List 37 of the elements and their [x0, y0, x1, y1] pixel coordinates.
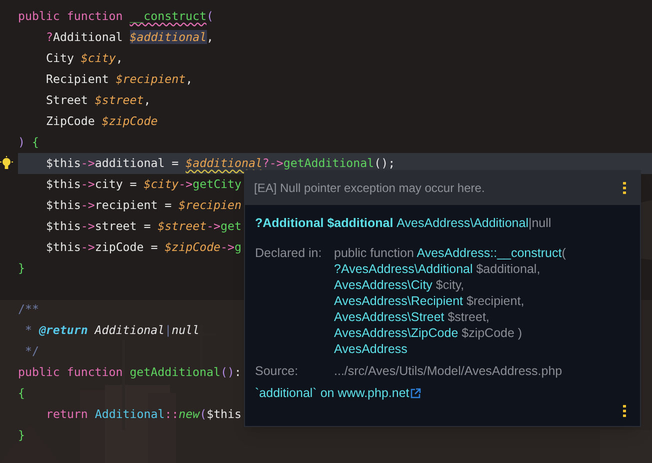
declaration-line: AvesAddress\Street $street,	[334, 309, 490, 325]
code-line: }	[18, 427, 25, 444]
documentation-link[interactable]: `additional` on www.php.net	[255, 385, 410, 401]
declaration-line: AvesAddress\ZipCode $zipCode )	[334, 325, 524, 341]
code-line: ZipCode $zipCode	[46, 113, 158, 130]
code-line: ) {	[18, 134, 39, 151]
code-line: {	[18, 385, 25, 402]
source-label: Source:	[255, 363, 300, 379]
lightbulb-icon[interactable]	[0, 156, 13, 171]
declaration-line: AvesAddress	[334, 341, 408, 357]
source-path: .../src/Aves/Utils/Model/AvesAddress.php	[334, 363, 562, 379]
declaration-line: AvesAddress\Recipient $recipient,	[334, 293, 526, 309]
code-line: $this->additional = $additional?->getAdditional();	[46, 155, 396, 172]
code-line: ?Additional $additional,	[46, 29, 214, 46]
code-line: public function __construct(	[18, 8, 214, 25]
code-line: $this->city = $city->getCity	[46, 176, 242, 193]
code-line: Recipient $recipient,	[46, 71, 193, 88]
code-line: }	[18, 260, 25, 277]
code-line: $this->street = $street->get	[46, 218, 242, 235]
more-options-icon[interactable]	[623, 182, 626, 194]
external-link-icon[interactable]	[410, 388, 422, 398]
code-line: public function getAdditional():	[18, 364, 242, 381]
code-line: City $city,	[46, 50, 123, 67]
code-line: $this->zipCode = $zipCode->g	[46, 239, 242, 256]
code-line: * @return Additional|null	[24, 322, 200, 339]
code-line: */	[24, 343, 39, 360]
declared-label: Declared in:	[255, 245, 323, 262]
warning-message: [EA] Null pointer exception may occur here.	[254, 180, 485, 197]
declaration-line: public function AvesAddress::__construct(	[334, 245, 566, 261]
more-options-icon[interactable]	[623, 405, 626, 417]
code-line: /**	[18, 301, 39, 318]
declaration-line: ?AvesAddress\Additional $additional,	[334, 261, 542, 277]
declaration-line: AvesAddress\City $city,	[334, 277, 466, 293]
type-signature: ?Additional $additional AvesAddress\Additional|null	[255, 215, 552, 231]
code-line: return Additional::new($this	[46, 406, 242, 423]
code-line: Street $street,	[46, 92, 151, 109]
code-line: $this->recipient = $recipien	[46, 197, 242, 214]
